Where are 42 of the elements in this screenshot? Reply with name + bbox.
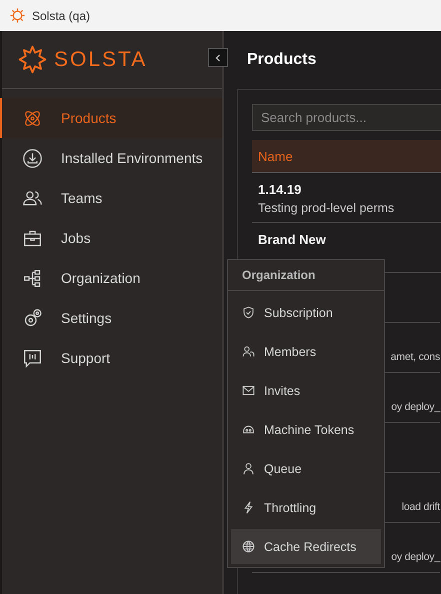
menu-item[interactable]: Subscription [231,295,381,330]
sidebar-item[interactable]: Organization [0,258,222,298]
chevron-left-icon [213,52,223,62]
chat-icon [22,348,43,368]
page-title: Products [246,50,318,70]
download-icon [22,148,43,168]
brand-name: SOLSTA [54,48,148,72]
sidebar-item[interactable]: Support [0,338,222,378]
menu-item[interactable]: Invites [231,373,381,408]
user-icon [242,462,255,475]
product-description: amet, cons [390,351,440,363]
sun-icon [18,45,47,74]
menu-item[interactable]: Machine Tokens [231,412,381,447]
search-field[interactable]: Search products... [252,104,441,131]
product-description: oy deploy_ [391,401,440,413]
product-description: Testing prod-level perms [258,201,396,215]
globe-icon [242,540,255,553]
shield-icon [242,306,255,319]
sidebar-item[interactable]: Installed Environments [0,138,222,178]
sidebar-item[interactable]: Teams [0,178,222,218]
mail-icon [242,384,255,397]
column-header: Name [258,148,293,164]
menu-item[interactable]: Queue [231,451,381,486]
window-title: Solsta (qa) [32,8,90,22]
menu-item[interactable]: Throttling [231,490,381,525]
lightning-icon [242,501,255,514]
product-name[interactable]: 1.14.19 [258,182,441,197]
menu-item[interactable]: Members [231,334,381,369]
robot-icon [242,423,255,436]
menu-item[interactable]: Cache Redirects [231,529,381,564]
sidebar-item[interactable]: Products [0,98,222,138]
product-description: load drift [402,501,440,513]
users-icon [242,345,255,358]
product-name[interactable]: Brand New [258,232,441,247]
sun-icon [10,8,25,23]
sidebar-item[interactable]: Jobs [0,218,222,258]
product-description: oy deploy_ [391,551,440,563]
collapse-button[interactable] [208,48,228,67]
hierarchy-icon [22,268,43,288]
sidebar-item[interactable]: Settings [0,298,222,338]
menu-title: Organization [228,260,384,291]
settings-icon [22,308,43,328]
